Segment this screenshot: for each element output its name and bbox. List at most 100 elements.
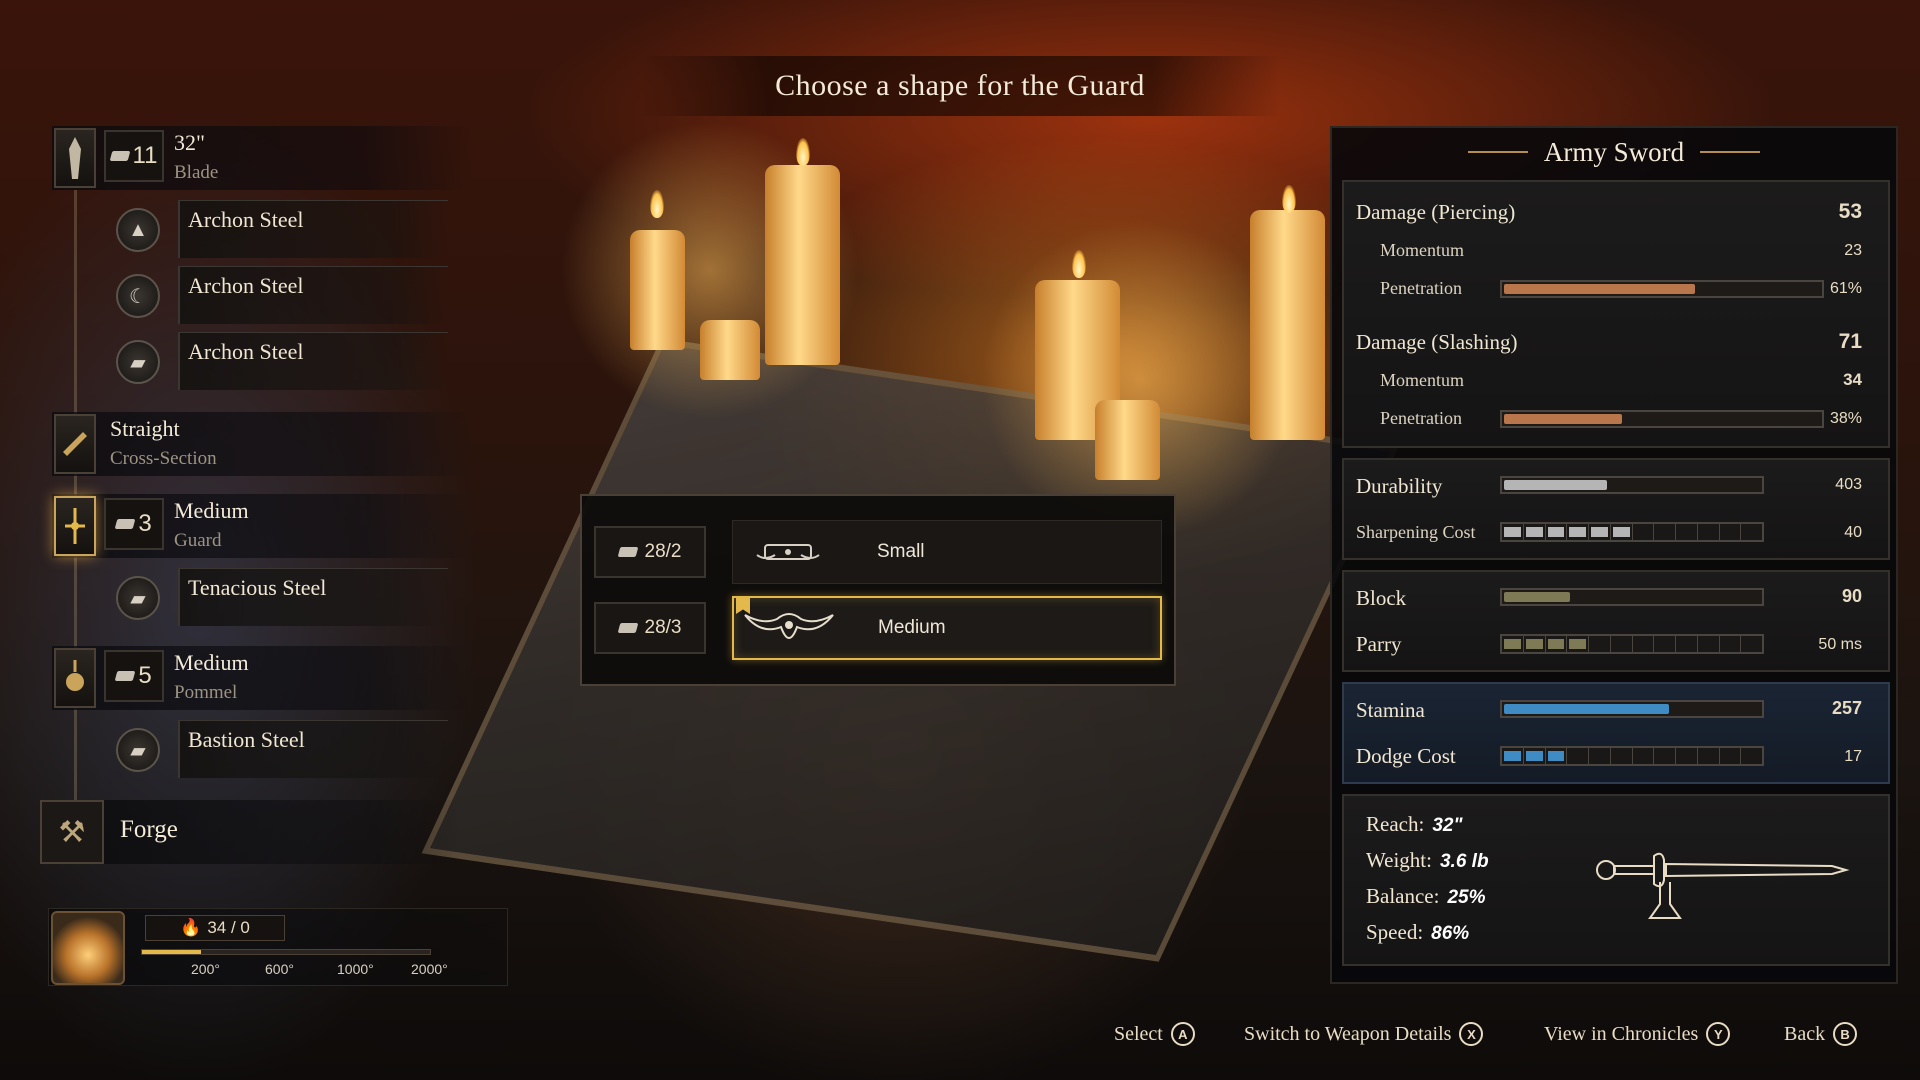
parry-meter xyxy=(1500,634,1764,654)
arrowhead-icon: ▲ xyxy=(116,208,160,252)
piercing-penetration-fill xyxy=(1504,284,1696,294)
guard-material[interactable]: Tenacious Steel xyxy=(178,568,448,626)
y-button-icon: Y xyxy=(1706,1022,1731,1046)
dodge-segment xyxy=(1698,748,1720,764)
pommel-shape-name: Medium xyxy=(174,650,249,675)
damage-piercing-label: Damage (Piercing) xyxy=(1356,200,1516,224)
weapon-name: Army Sword xyxy=(1543,136,1685,167)
tree-row-blade[interactable]: 11 32" Blade xyxy=(52,126,472,190)
sharpening-cost-value: 40 xyxy=(1844,524,1862,541)
x-button-icon: X xyxy=(1459,1022,1484,1046)
blade-material-3[interactable]: Archon Steel xyxy=(178,332,448,390)
parry-segment xyxy=(1654,636,1676,652)
tree-row-pommel[interactable]: 5 Medium Pommel xyxy=(52,646,472,710)
dodge-segment xyxy=(1567,748,1589,764)
option-cost-small: 28/2 xyxy=(594,526,706,578)
speed-label: Speed: xyxy=(1366,920,1424,944)
dodge-segment xyxy=(1611,748,1633,764)
balance-label: Balance: xyxy=(1366,884,1440,908)
sharpening-segment xyxy=(1741,524,1762,540)
speed-row: Speed: 86% xyxy=(1366,920,1469,945)
sharpening-segment xyxy=(1720,524,1742,540)
reach-row: Reach: 32" xyxy=(1366,812,1462,837)
stamina-bar xyxy=(1500,700,1764,718)
ornament-left-icon xyxy=(1467,151,1528,153)
tree-row-cross-section[interactable]: Straight Cross-Section xyxy=(52,412,472,476)
dodge-segment xyxy=(1502,748,1524,764)
slashing-penetration-bar xyxy=(1500,410,1824,428)
weight-value: 3.6 lb xyxy=(1439,851,1489,872)
blade-length: 32" xyxy=(174,130,205,155)
penetration-label: Penetration xyxy=(1380,278,1462,298)
medium-guard-icon xyxy=(734,605,844,651)
dodge-segment xyxy=(1741,748,1762,764)
penetration-label: Penetration xyxy=(1380,408,1462,428)
guard-option-medium[interactable]: Medium xyxy=(732,596,1162,660)
sharpening-cost-meter xyxy=(1500,522,1764,542)
sharpening-segment xyxy=(1502,524,1524,540)
dodge-segment xyxy=(1654,748,1676,764)
tree-row-guard[interactable]: 3 Medium Guard xyxy=(52,494,472,558)
momentum-label: Momentum xyxy=(1380,240,1464,260)
pommel-cost: 5 xyxy=(138,662,152,689)
back-prompt[interactable]: Back B xyxy=(1784,1022,1858,1046)
guard-type-label: Guard xyxy=(174,530,222,551)
ornament-right-icon xyxy=(1700,151,1761,153)
dodge-cost-label: Dodge Cost xyxy=(1356,744,1456,768)
crescent-icon: ☾ xyxy=(116,274,160,318)
reach-label: Reach: xyxy=(1366,812,1425,836)
prompt-label: Select xyxy=(1114,1022,1163,1045)
slashing-penetration-fill xyxy=(1504,414,1622,424)
dodge-cost-value: 17 xyxy=(1844,748,1862,765)
cross-section-name: Straight xyxy=(110,416,180,441)
temperature-tick: 600° xyxy=(265,961,294,977)
reach-value: 32" xyxy=(1432,815,1463,836)
sharpening-segment xyxy=(1633,524,1655,540)
blade-material-2[interactable]: Archon Steel xyxy=(178,266,448,324)
slashing-momentum-value: 34 xyxy=(1843,370,1862,389)
ingot-icon xyxy=(114,671,136,681)
sharpening-segment xyxy=(1589,524,1611,540)
candle xyxy=(1250,210,1325,440)
prompt-label: Switch to Weapon Details xyxy=(1244,1022,1452,1045)
dodge-segment xyxy=(1523,748,1546,764)
forge-button[interactable]: ⚒ Forge xyxy=(40,800,460,864)
cross-section-type-label: Cross-Section xyxy=(110,448,217,469)
steel-ingot-icon: ▰ xyxy=(116,728,160,772)
momentum-label: Momentum xyxy=(1380,370,1464,390)
candle-flame xyxy=(650,190,664,218)
damage-slashing-value: 71 xyxy=(1838,330,1862,353)
blade-cost: 11 xyxy=(132,142,158,169)
stamina-card: Stamina 257 Dodge Cost 17 xyxy=(1342,682,1890,784)
sharpening-segment xyxy=(1610,524,1633,540)
temperature-value: 34 / 0 xyxy=(207,918,250,937)
sharpening-segment xyxy=(1654,524,1676,540)
screen-title: Choose a shape for the Guard xyxy=(775,69,1145,102)
steel-ingot-icon: ▰ xyxy=(116,340,160,384)
weapon-details-prompt[interactable]: Switch to Weapon Details X xyxy=(1244,1022,1484,1046)
pommel-material[interactable]: Bastion Steel xyxy=(178,720,448,778)
flame-icon: 🔥 xyxy=(180,918,202,937)
a-button-icon: A xyxy=(1170,1022,1195,1046)
blade-material-1[interactable]: Archon Steel xyxy=(178,200,448,258)
blade-part-icon xyxy=(54,128,96,188)
sharpening-segment xyxy=(1567,524,1589,540)
candle-flame xyxy=(796,138,810,166)
candle xyxy=(700,320,760,380)
view-chronicles-prompt[interactable]: View in Chronicles Y xyxy=(1544,1022,1731,1046)
temperature-tick: 1000° xyxy=(337,961,374,977)
durability-bar xyxy=(1500,476,1764,494)
speed-value: 86% xyxy=(1431,923,1470,944)
blade-type-label: Blade xyxy=(174,162,219,183)
candle-flame xyxy=(1072,250,1086,278)
temperature-tick: 2000° xyxy=(411,961,448,977)
sharpening-segment xyxy=(1676,524,1698,540)
dodge-segment xyxy=(1720,748,1742,764)
guard-option-small[interactable]: Small xyxy=(732,520,1162,584)
guard-cost-badge: 3 xyxy=(104,498,164,550)
prompt-label: Back xyxy=(1784,1022,1826,1045)
forge-label: Forge xyxy=(120,816,178,843)
piercing-penetration-bar xyxy=(1500,280,1824,298)
guard-shape-selector: 28/2 Small 28/3 Medium xyxy=(580,494,1176,686)
select-prompt[interactable]: Select A xyxy=(1114,1022,1195,1046)
